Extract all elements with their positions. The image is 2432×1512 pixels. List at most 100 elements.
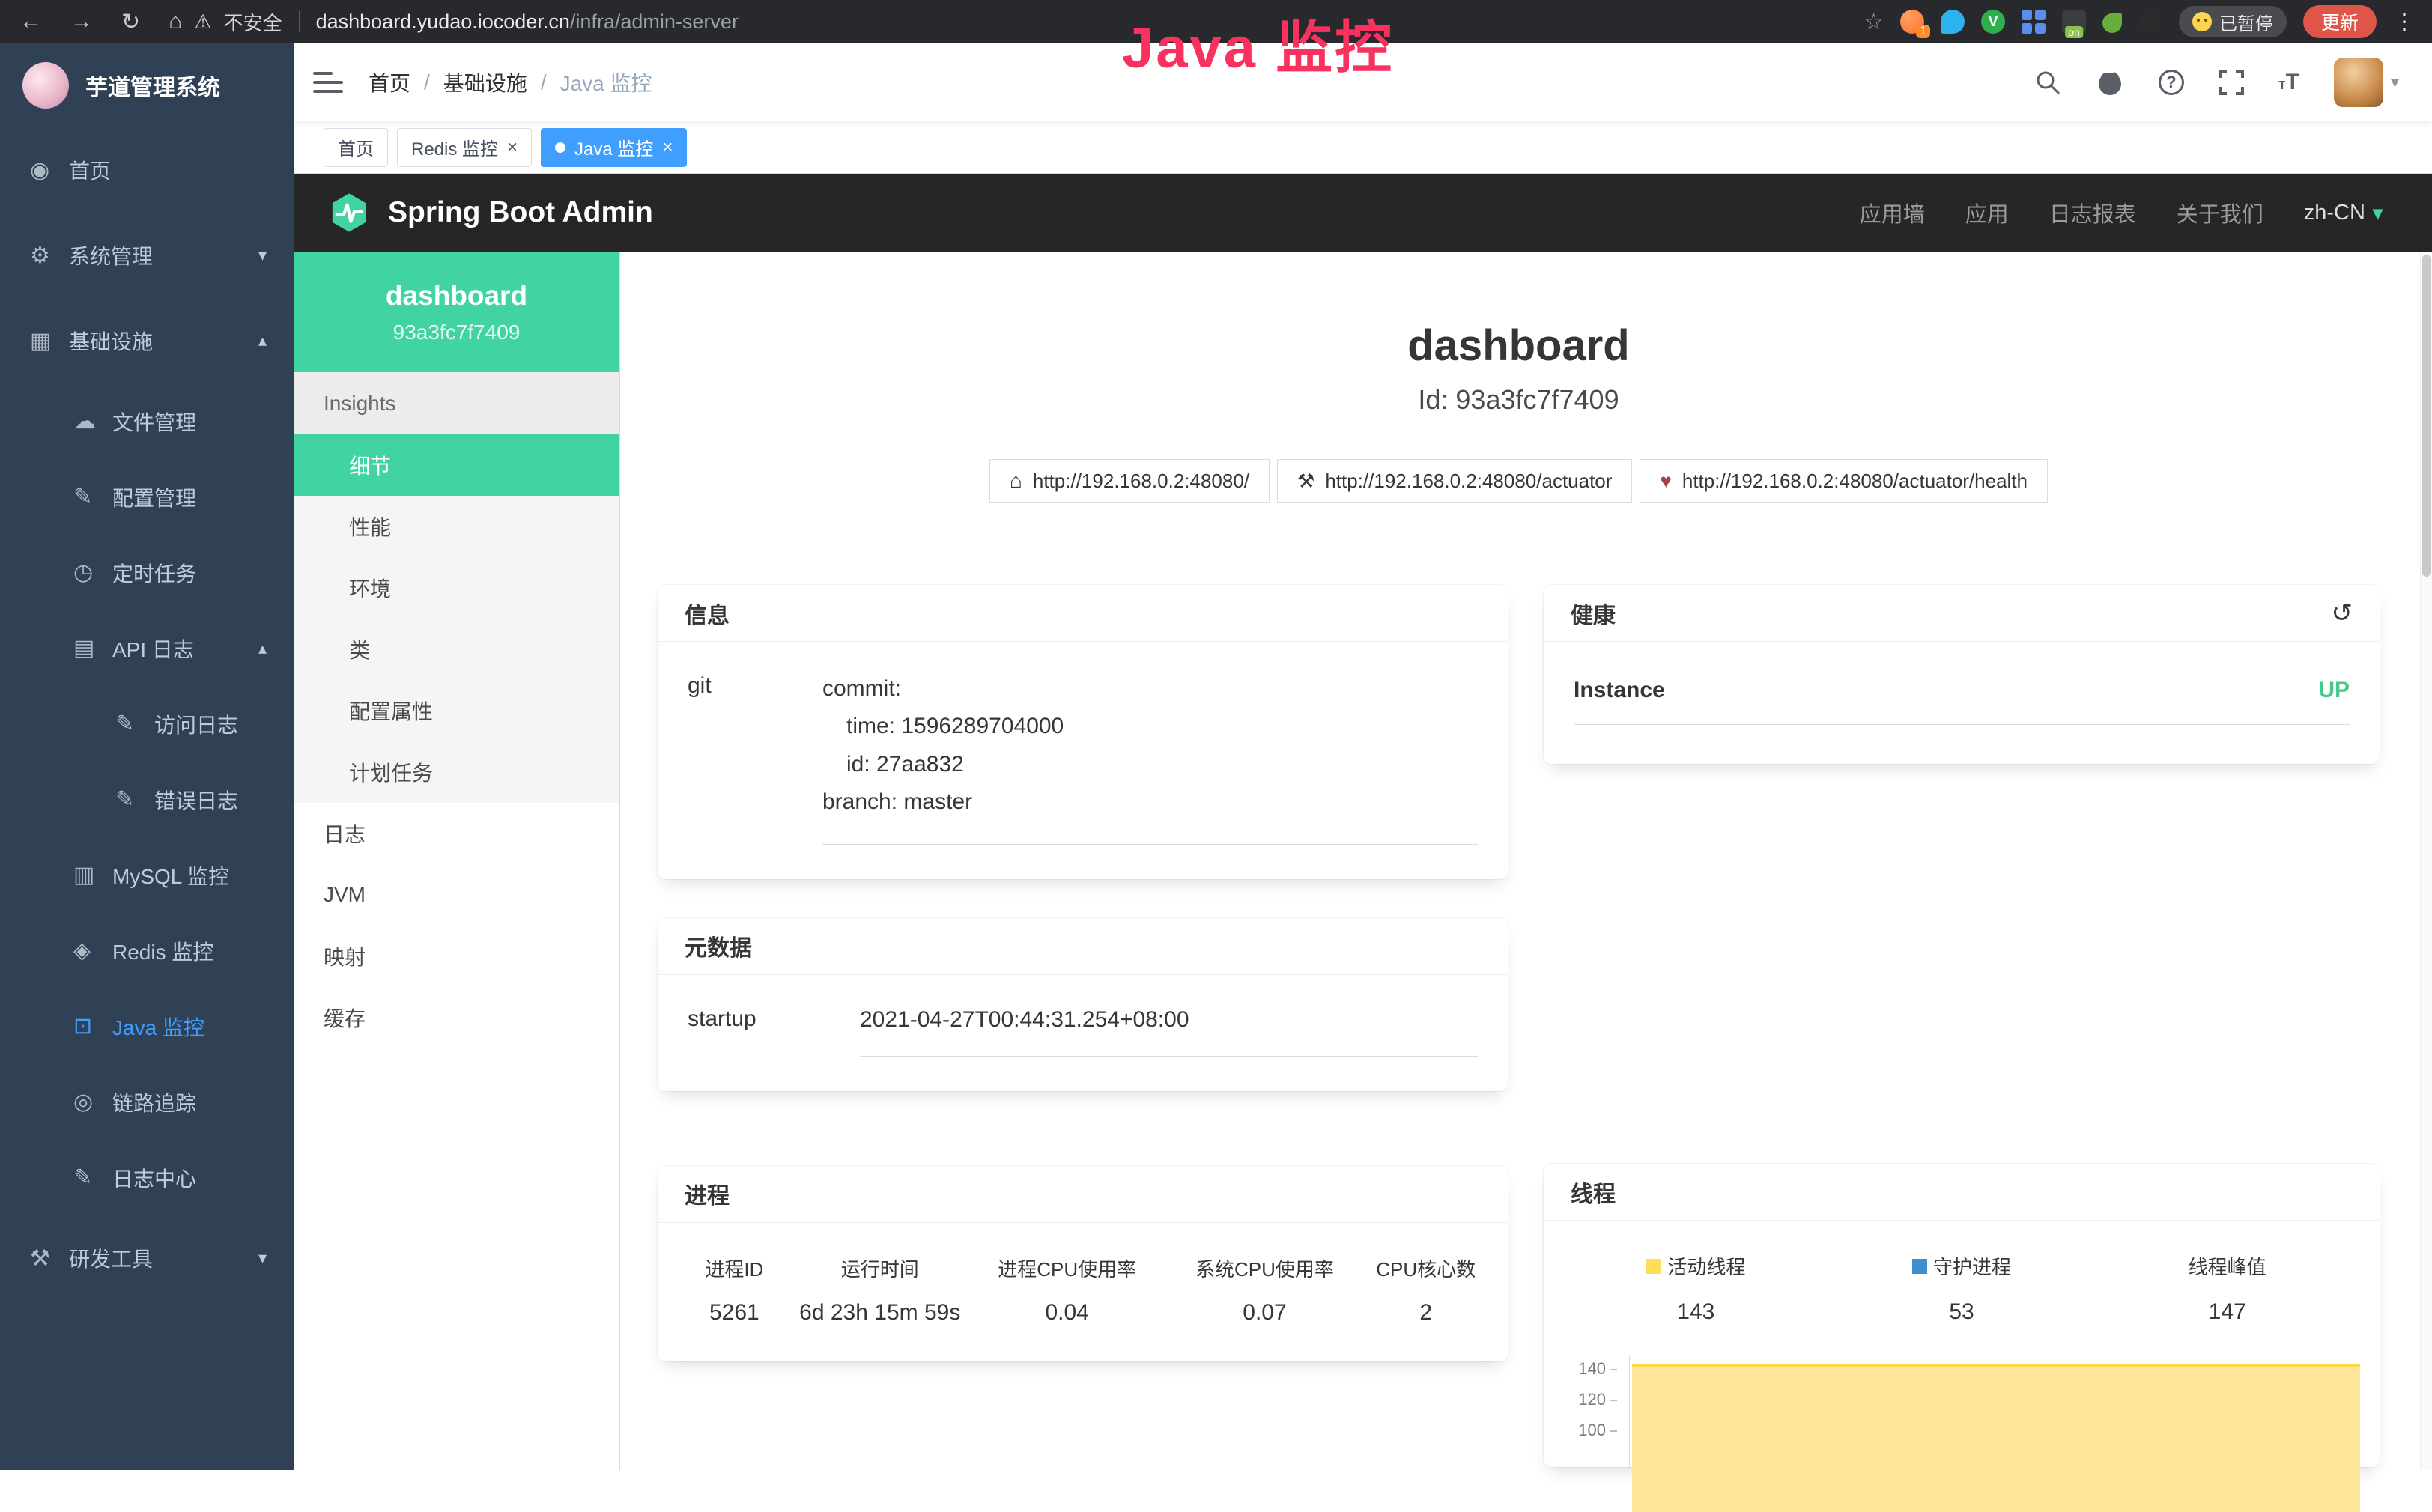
menu-item-jvm[interactable]: JVM (294, 864, 619, 926)
back-icon[interactable]: ← (19, 9, 42, 34)
process-card: 进程 进程ID 5261 运行时间 6d 23h 15m (658, 1166, 1508, 1361)
status-badge: UP (2318, 678, 2350, 703)
heart-icon: ♥ (1660, 470, 1671, 493)
menu-item-caches[interactable]: 缓存 (294, 987, 619, 1048)
sidebar-item-mysql-monitor[interactable]: ▥ MySQL 监控 (0, 837, 294, 913)
address-bar[interactable]: ⚠ 不安全 dashboard.yudao.iocoder.cn/infra/a… (194, 8, 1864, 36)
cards-right-column: 健康 ↺ Instance UP 线程 (1544, 585, 2380, 1467)
instance-header[interactable]: dashboard 93a3fc7f7409 (294, 252, 619, 372)
sba-nav-about[interactable]: 关于我们 (2177, 197, 2263, 228)
app-logo[interactable]: 芋道管理系统 (0, 43, 294, 127)
extension-icon-paw[interactable] (2138, 10, 2162, 34)
sidebar-item-label: API 日志 (112, 634, 194, 664)
browser-update-button[interactable]: 更新 (2303, 5, 2377, 38)
link-label: http://192.168.0.2:48080/actuator/health (1682, 470, 2028, 493)
reload-icon[interactable]: ↻ (121, 9, 140, 35)
url-text[interactable]: dashboard.yudao.iocoder.cn/infra/admin-s… (316, 10, 739, 34)
fullscreen-icon[interactable] (2219, 70, 2244, 95)
extension-icon-leaf[interactable] (2102, 13, 2122, 33)
menu-item-performance[interactable]: 性能 (294, 496, 619, 557)
extension-on-badge: on (2065, 26, 2083, 38)
sidebar-item-scheduled-tasks[interactable]: ◷ 定时任务 (0, 535, 294, 610)
threads-legend: 活动线程 143 守护进程 53 线程峰值 14 (1544, 1221, 2380, 1325)
sba-brand[interactable]: Spring Boot Admin (328, 192, 653, 234)
sidebar-item-java-monitor[interactable]: ⊡ Java 监控 (0, 989, 294, 1064)
health-url-link[interactable]: ♥ http://192.168.0.2:48080/actuator/heal… (1640, 459, 2048, 503)
sidebar-item-system-management[interactable]: ⚙ 系统管理 ▾ (0, 213, 294, 298)
main-area: 首页 / 基础设施 / Java 监控 ? тT (294, 43, 2432, 1470)
tab-redis-monitor[interactable]: Redis 监控 × (397, 128, 532, 167)
sidebar-item-access-logs[interactable]: ✎ 访问日志 (0, 686, 294, 762)
sidebar-item-config-management[interactable]: ✎ 配置管理 (0, 459, 294, 535)
service-url-link[interactable]: ⌂ http://192.168.0.2:48080/ (989, 459, 1270, 503)
github-icon[interactable] (2096, 69, 2124, 96)
menu-item-config-props[interactable]: 配置属性 (294, 680, 619, 741)
sidebar-item-dev-tools[interactable]: ⚒ 研发工具 ▾ (0, 1215, 294, 1301)
sidebar-item-label: Redis 监控 (112, 936, 213, 966)
legend-value: 147 (2094, 1299, 2360, 1325)
close-icon[interactable]: × (507, 139, 518, 157)
bookmark-star-icon[interactable]: ☆ (1864, 9, 1884, 35)
font-size-icon[interactable]: тT (2278, 70, 2299, 95)
metadata-key: startup (688, 1004, 860, 1057)
history-icon[interactable]: ↺ (2332, 598, 2353, 628)
breadcrumb-infrastructure[interactable]: 基础设施 (443, 67, 527, 97)
card-title: 线程 (1571, 1176, 1616, 1209)
scrollbar-thumb[interactable] (2422, 255, 2431, 577)
forward-icon[interactable]: → (70, 9, 93, 34)
sidebar-item-file-management[interactable]: ☁ 文件管理 (0, 383, 294, 459)
process-card-header: 进程 (658, 1166, 1508, 1223)
sidebar-item-home[interactable]: ◉ 首页 (0, 127, 294, 213)
breadcrumb-home[interactable]: 首页 (369, 67, 410, 97)
sidebar-item-label: 错误日志 (154, 785, 238, 815)
menu-item-mappings[interactable]: 映射 (294, 926, 619, 987)
search-icon[interactable] (2034, 69, 2061, 96)
extension-icon-orange[interactable]: 1 (1900, 10, 1924, 34)
menu-item-details[interactable]: 细节 (294, 434, 619, 496)
sidebar-item-tracing[interactable]: ◎ 链路追踪 (0, 1064, 294, 1140)
security-warning-icon[interactable]: ⚠ (194, 10, 211, 34)
extension-icon-grid[interactable] (2022, 10, 2046, 34)
sba-nav-journal[interactable]: 日志报表 (2049, 197, 2136, 228)
user-menu[interactable]: ▾ (2334, 58, 2399, 107)
browser-menu-icon[interactable]: ⋮ (2393, 9, 2416, 35)
info-key: git (688, 670, 822, 845)
sidebar-item-error-logs[interactable]: ✎ 错误日志 (0, 762, 294, 837)
wrench-icon: ⚒ (1297, 470, 1314, 493)
sidebar-item-redis-monitor[interactable]: ◈ Redis 监控 (0, 913, 294, 989)
sidebar-toggle-icon[interactable] (313, 70, 343, 95)
paused-label: 已暂停 (2219, 9, 2273, 35)
sidebar-item-log-center[interactable]: ✎ 日志中心 (0, 1140, 294, 1215)
actuator-url-link[interactable]: ⚒ http://192.168.0.2:48080/actuator (1277, 459, 1632, 503)
sba-nav-applications[interactable]: 应用 (1965, 197, 2009, 228)
tab-home[interactable]: 首页 (324, 128, 388, 167)
sidebar-item-api-logs[interactable]: ▤ API 日志 ▴ (0, 610, 294, 686)
security-label[interactable]: 不安全 (224, 8, 282, 36)
sba-nav-wallboard[interactable]: 应用墙 (1860, 197, 1925, 228)
breadcrumb-current: Java 监控 (560, 67, 652, 97)
sidebar-item-infrastructure[interactable]: ▦ 基础设施 ▴ (0, 298, 294, 383)
menu-item-logs[interactable]: 日志 (294, 803, 619, 864)
extension-icon-green-v[interactable]: V (1981, 10, 2005, 34)
scrollbar-track[interactable] (2420, 252, 2432, 1470)
menu-item-environment[interactable]: 环境 (294, 557, 619, 619)
sidebar-item-label: Java 监控 (112, 1012, 204, 1042)
health-card: 健康 ↺ Instance UP (1544, 585, 2380, 764)
extension-paused-pill[interactable]: 已暂停 (2179, 6, 2287, 37)
close-icon[interactable]: × (662, 139, 673, 157)
extension-icon-switch[interactable]: on (2062, 10, 2086, 34)
tab-label: Redis 监控 (411, 134, 498, 160)
logo-image (22, 62, 69, 109)
legend-value: 143 (1563, 1299, 1829, 1325)
tags-view-bar: 首页 Redis 监控 × Java 监控 × (294, 121, 2432, 174)
extension-icon-drop[interactable] (1941, 10, 1965, 34)
cards-left-column: 信息 git commit: time: 1596289704000 id: 2… (658, 585, 1508, 1361)
sba-language-select[interactable]: zh-CN ▾ (2304, 201, 2383, 225)
home-icon[interactable]: ⌂ (169, 9, 182, 34)
menu-item-scheduled-tasks[interactable]: 计划任务 (294, 741, 619, 803)
tab-java-monitor[interactable]: Java 监控 × (541, 128, 687, 167)
help-icon[interactable]: ? (2159, 70, 2184, 95)
y-tick: 120 (1569, 1391, 1617, 1408)
menu-item-classes[interactable]: 类 (294, 619, 619, 680)
info-git-row: git commit: time: 1596289704000 id: 27aa… (658, 642, 1508, 879)
